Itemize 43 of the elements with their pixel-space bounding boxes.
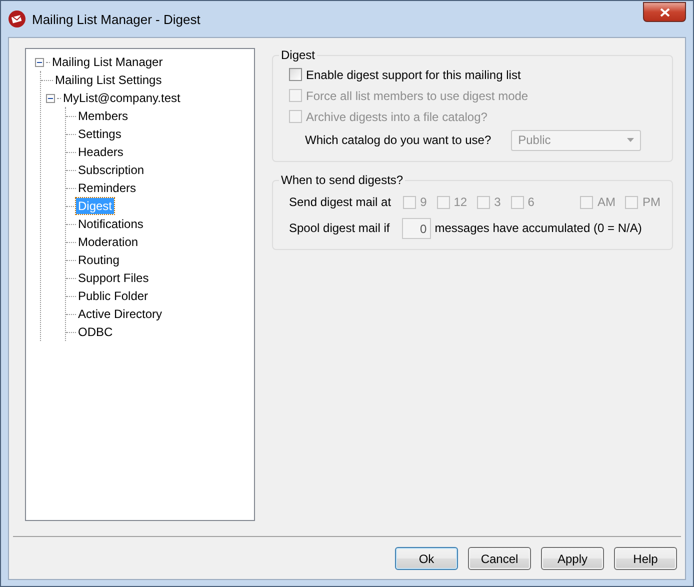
checkbox-label: 12 xyxy=(454,195,468,209)
tree-item[interactable]: ODBC xyxy=(76,324,115,340)
checkbox-label: Enable digest support for this mailing list xyxy=(306,68,521,82)
tree-item[interactable]: Moderation xyxy=(76,234,140,250)
close-button[interactable] xyxy=(643,2,686,22)
tree-item[interactable]: Headers xyxy=(76,144,126,160)
checkbox[interactable] xyxy=(289,68,302,81)
checkbox-label: Force all list members to use digest mode xyxy=(306,88,528,102)
dialog-button[interactable]: Help xyxy=(614,547,677,570)
group-title: Digest xyxy=(280,48,316,62)
collapse-icon[interactable] xyxy=(35,58,44,66)
dialog-button[interactable]: Ok xyxy=(395,547,458,570)
dialog-button[interactable]: Apply xyxy=(541,547,604,570)
app-logo-icon xyxy=(8,10,26,28)
checkbox-label: 3 xyxy=(494,195,501,209)
send-label: Send digest mail at xyxy=(289,195,392,209)
close-icon xyxy=(660,8,670,16)
spool-suffix: messages have accumulated (0 = N/A) xyxy=(434,221,642,235)
group-title: When to send digests? xyxy=(280,173,404,187)
tree-item[interactable]: Mailing List Manager xyxy=(50,54,165,70)
collapse-icon[interactable] xyxy=(46,94,55,102)
tree-item[interactable]: Routing xyxy=(76,252,122,268)
tree-item[interactable]: Active Directory xyxy=(76,306,164,322)
checkbox-label: 9 xyxy=(420,195,427,209)
tree-item[interactable]: Reminders xyxy=(76,180,138,196)
checkbox-label: Archive digests into a file catalog? xyxy=(306,110,488,124)
spool-count-field[interactable]: 0 xyxy=(402,218,431,238)
tree-item[interactable]: Support Files xyxy=(76,270,151,286)
tree-item[interactable]: Subscription xyxy=(76,162,146,178)
tree-item[interactable]: MyList@company.test xyxy=(61,90,182,106)
tree-item[interactable]: Mailing List Settings xyxy=(53,72,164,88)
tree-item[interactable]: Members xyxy=(76,108,130,124)
tree-item[interactable]: Public Folder xyxy=(76,288,150,304)
checkbox-label: 6 xyxy=(528,195,534,209)
window-title: Mailing List Manager - Digest xyxy=(32,12,202,26)
checkbox-label: AM xyxy=(597,195,616,209)
catalog-label: Which catalog do you want to use? xyxy=(305,133,492,147)
checkbox-label: PM xyxy=(642,195,660,209)
dropdown-arrow-icon xyxy=(627,138,634,142)
tree-item[interactable]: Notifications xyxy=(76,216,146,232)
tree-item[interactable]: Settings xyxy=(76,126,124,142)
spool-label: Spool digest mail if xyxy=(289,221,390,235)
dialog-button[interactable]: Cancel xyxy=(468,547,531,570)
